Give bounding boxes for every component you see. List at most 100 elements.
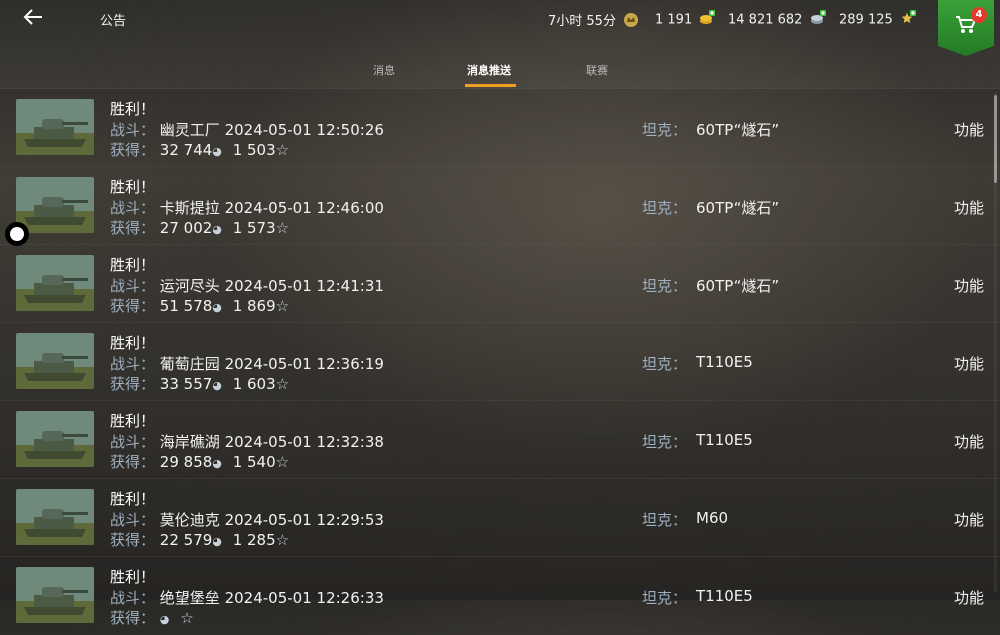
- premium-crown-icon: [623, 12, 639, 32]
- back-arrow-icon[interactable]: [22, 6, 50, 30]
- battle-result-row[interactable]: 胜利！ 战斗： 绝望堡垒 2024-05-01 12:26:33 获得： ◕ ☆…: [0, 556, 1000, 635]
- earned-line: 获得： 22 579◕ 1 285☆: [110, 529, 289, 550]
- earned-xp: 1 869: [232, 297, 276, 315]
- tank-name: T110E5: [696, 587, 753, 605]
- result-title: 胜利！: [110, 100, 156, 118]
- battle-datetime: 2024-05-01 12:46:00: [224, 199, 384, 217]
- active-tab-indicator: [465, 84, 516, 87]
- xp-star-icon: ☆: [275, 141, 290, 159]
- result-title: 胜利！: [110, 256, 156, 274]
- tank-name: M60: [696, 509, 729, 527]
- tank-name: T110E5: [696, 431, 753, 449]
- earned-line: 获得： 27 002◕ 1 573☆: [110, 217, 289, 238]
- silver-coin-icon: ◕: [212, 223, 222, 236]
- battle-map: 葡萄庄园: [159, 355, 220, 373]
- floating-assist-button[interactable]: [5, 222, 29, 246]
- battle-label: 战斗：: [110, 511, 156, 529]
- earned-xp: 1 285: [232, 531, 276, 549]
- earned-xp: 1 503: [232, 141, 276, 159]
- battle-map: 莫伦迪克: [159, 511, 220, 529]
- battle-datetime: 2024-05-01 12:50:26: [224, 121, 384, 139]
- earned-line: 获得： 32 744◕ 1 503☆: [110, 139, 289, 160]
- silver-balance[interactable]: 14 821 682: [728, 10, 826, 30]
- tank-name: 60TP“燧石”: [696, 277, 780, 295]
- tank-label: 坦克：: [642, 433, 688, 451]
- tab-messages[interactable]: 消息: [373, 62, 395, 78]
- tank-thumbnail: [16, 255, 94, 311]
- earned-line: 获得： 51 578◕ 1 869☆: [110, 295, 289, 316]
- battle-datetime: 2024-05-01 12:29:53: [224, 511, 384, 529]
- battle-datetime: 2024-05-01 12:41:31: [224, 277, 384, 295]
- battle-result-row[interactable]: 胜利！ 战斗： 海岸礁湖 2024-05-01 12:32:38 获得： 29 …: [0, 400, 1000, 479]
- tank-label: 坦克：: [642, 277, 688, 295]
- earned-xp: 1 603: [232, 375, 276, 393]
- function-button[interactable]: 功能: [954, 119, 984, 140]
- silver-coin-icon: ◕: [159, 613, 170, 626]
- gold-balance[interactable]: 1 191: [655, 10, 716, 30]
- battle-label: 战斗：: [110, 121, 156, 139]
- earned-line: 获得： 29 858◕ 1 540☆: [110, 451, 289, 472]
- function-button[interactable]: 功能: [954, 509, 984, 530]
- gold-amount: 1 191: [655, 12, 693, 28]
- earned-credits: 51 578: [159, 297, 213, 315]
- battle-result-row[interactable]: 胜利！ 战斗： 运河尽头 2024-05-01 12:41:31 获得： 51 …: [0, 244, 1000, 323]
- function-button[interactable]: 功能: [954, 353, 984, 374]
- scrollbar-thumb[interactable]: [994, 95, 997, 183]
- battle-line: 战斗： 幽灵工厂 2024-05-01 12:50:26: [110, 119, 384, 140]
- battle-label: 战斗：: [110, 277, 156, 295]
- silver-coin-icon: ◕: [212, 145, 222, 158]
- silver-amount: 14 821 682: [728, 12, 803, 28]
- tank-thumbnail: [16, 567, 94, 623]
- earned-label: 获得：: [110, 297, 156, 315]
- free-xp-balance[interactable]: 289 125: [839, 10, 916, 30]
- xp-star-icon: ☆: [275, 453, 290, 471]
- silver-coin-plus-icon: [810, 10, 826, 30]
- premium-timer[interactable]: 7小时 55分: [548, 10, 639, 32]
- battle-map: 运河尽头: [159, 277, 220, 295]
- function-button[interactable]: 功能: [954, 275, 984, 296]
- tab-league[interactable]: 联赛: [586, 62, 608, 78]
- battle-line: 战斗： 莫伦迪克 2024-05-01 12:29:53: [110, 509, 384, 530]
- result-title: 胜利！: [110, 412, 156, 430]
- battle-datetime: 2024-05-01 12:36:19: [224, 355, 384, 373]
- result-title: 胜利！: [110, 490, 156, 508]
- result-title: 胜利！: [110, 334, 156, 352]
- battle-result-row[interactable]: 胜利！ 战斗： 卡斯提拉 2024-05-01 12:46:00 获得： 27 …: [0, 166, 1000, 245]
- battle-result-row[interactable]: 胜利！ 战斗： 莫伦迪克 2024-05-01 12:29:53 获得： 22 …: [0, 478, 1000, 557]
- result-title: 胜利！: [110, 178, 156, 196]
- battle-label: 战斗：: [110, 355, 156, 373]
- free-xp-amount: 289 125: [839, 12, 893, 28]
- silver-coin-icon: ◕: [212, 379, 222, 392]
- function-button[interactable]: 功能: [954, 197, 984, 218]
- tank-thumbnail: [16, 99, 94, 155]
- battle-result-row[interactable]: 胜利！ 战斗： 幽灵工厂 2024-05-01 12:50:26 获得： 32 …: [0, 88, 1000, 167]
- tank-name: 60TP“燧石”: [696, 121, 780, 139]
- battle-label: 战斗：: [110, 199, 156, 217]
- battle-line: 战斗： 绝望堡垒 2024-05-01 12:26:33: [110, 587, 384, 608]
- earned-xp: 1 540: [232, 453, 276, 471]
- silver-coin-icon: ◕: [212, 535, 222, 548]
- battle-datetime: 2024-05-01 12:32:38: [224, 433, 384, 451]
- tank-label: 坦克：: [642, 589, 688, 607]
- battle-label: 战斗：: [110, 433, 156, 451]
- earned-line: 获得： ◕ ☆: [110, 607, 194, 628]
- tab-push-messages[interactable]: 消息推送: [467, 62, 511, 78]
- tank-thumbnail: [16, 489, 94, 545]
- function-button[interactable]: 功能: [954, 431, 984, 452]
- xp-star-icon: ☆: [275, 219, 290, 237]
- battle-map: 绝望堡垒: [159, 589, 220, 607]
- result-title: 胜利！: [110, 568, 156, 586]
- shop-cart-button[interactable]: [938, 0, 994, 56]
- battle-results-list[interactable]: 胜利！ 战斗： 幽灵工厂 2024-05-01 12:50:26 获得： 32 …: [0, 88, 1000, 635]
- earned-label: 获得：: [110, 453, 156, 471]
- battle-datetime: 2024-05-01 12:26:33: [224, 589, 384, 607]
- silver-coin-icon: ◕: [212, 301, 222, 314]
- silver-coin-icon: ◕: [212, 457, 222, 470]
- gold-coin-plus-icon: [699, 10, 716, 30]
- function-button[interactable]: 功能: [954, 587, 984, 608]
- tank-name: 60TP“燧石”: [696, 199, 780, 217]
- battle-line: 战斗： 运河尽头 2024-05-01 12:41:31: [110, 275, 384, 296]
- earned-xp: 1 573: [232, 219, 276, 237]
- battle-result-row[interactable]: 胜利！ 战斗： 葡萄庄园 2024-05-01 12:36:19 获得： 33 …: [0, 322, 1000, 401]
- tank-label: 坦克：: [642, 199, 688, 217]
